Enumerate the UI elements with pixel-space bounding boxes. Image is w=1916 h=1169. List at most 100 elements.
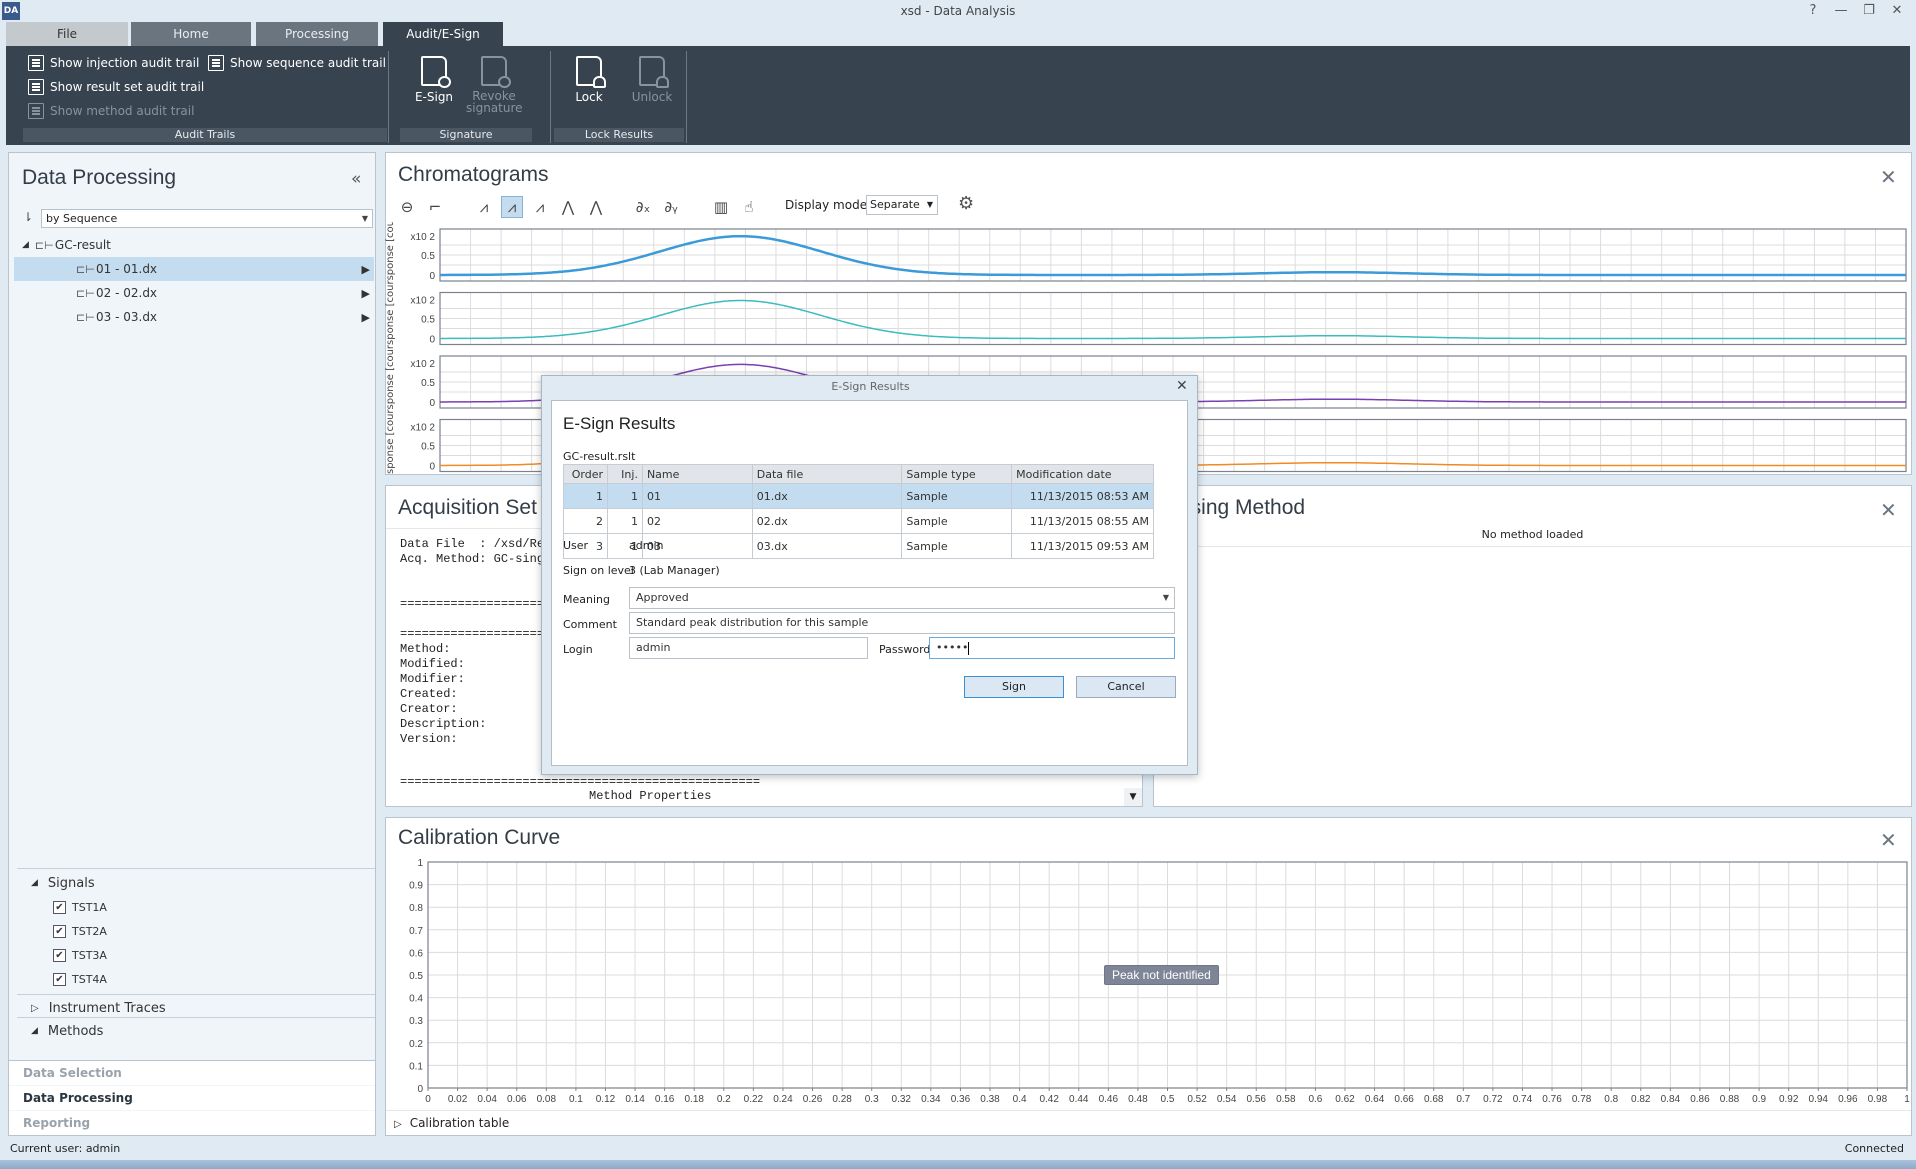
- tab-file[interactable]: File: [6, 22, 128, 46]
- password-input[interactable]: •••••: [929, 637, 1175, 659]
- signal-item[interactable]: ✔ TST2A: [17, 919, 375, 943]
- unlock-icon: [639, 56, 669, 88]
- show-result-set-audit-trail-button[interactable]: Show result set audit trail: [28, 77, 204, 97]
- nav-reporting[interactable]: Reporting: [9, 1111, 375, 1135]
- close-icon[interactable]: ✕: [1880, 828, 1897, 852]
- cell-name: 02: [641, 508, 753, 534]
- tree-label: GC-result: [54, 238, 111, 252]
- comment-input[interactable]: Standard peak distribution for this samp…: [629, 612, 1175, 634]
- checkbox-checked[interactable]: ✔: [53, 972, 66, 986]
- column-header-inj[interactable]: Inj.: [606, 464, 643, 484]
- meaning-label: Meaning: [563, 593, 610, 606]
- separate-peaks-icon[interactable]: ⩘: [529, 196, 551, 218]
- checkbox-checked[interactable]: ✔: [53, 948, 66, 962]
- tree-root-gc-result[interactable]: ◢ ⊏⊢ GC-result: [14, 233, 374, 257]
- sign-button[interactable]: Sign: [964, 676, 1064, 698]
- calibration-table-toggle[interactable]: ▷ Calibration table: [394, 1116, 509, 1130]
- 3d-peaks-icon[interactable]: ⋀: [585, 196, 607, 218]
- nav-data-selection[interactable]: Data Selection: [9, 1061, 375, 1085]
- column-header-data-file[interactable]: Data file: [751, 464, 903, 484]
- chromatogram-plot-tst2a: 0 0.5 x10 2: [411, 291, 1907, 346]
- signal-item[interactable]: ✔ TST4A: [17, 967, 375, 991]
- tab-audit-esign[interactable]: Audit/E-Sign: [383, 22, 503, 46]
- close-icon[interactable]: ✕: [1880, 498, 1897, 522]
- meaning-select[interactable]: Approved ▼: [629, 587, 1175, 609]
- checkbox-checked[interactable]: ✔: [53, 924, 66, 938]
- collapse-panel-icon[interactable]: «: [351, 169, 361, 189]
- help-icon[interactable]: ?: [1800, 2, 1826, 20]
- cell-sample-type: Sample: [901, 483, 1013, 509]
- signal-item[interactable]: ✔ TST3A: [17, 943, 375, 967]
- show-injection-audit-trail-button[interactable]: Show injection audit trail: [28, 53, 199, 73]
- unlock-button[interactable]: Unlock: [624, 56, 680, 104]
- comment-label: Comment: [563, 618, 617, 631]
- login-input[interactable]: admin: [629, 637, 868, 659]
- column-header-sample-type[interactable]: Sample type: [901, 464, 1013, 484]
- checkbox-checked[interactable]: ✔: [53, 900, 66, 914]
- tree-item-injection[interactable]: ⊏⊢ 01 - 01.dx ▶: [14, 257, 374, 281]
- signal-item[interactable]: ✔ TST1A: [17, 895, 375, 919]
- nav-data-processing[interactable]: Data Processing: [9, 1086, 375, 1110]
- cancel-button[interactable]: Cancel: [1076, 676, 1176, 698]
- show-sequence-audit-trail-button[interactable]: Show sequence audit trail: [208, 53, 386, 73]
- y-tick-label: 0.5: [421, 442, 435, 453]
- stack-peaks-icon[interactable]: ⩘: [501, 196, 523, 218]
- chevron-right-icon[interactable]: ▶: [362, 287, 370, 300]
- chevron-right-icon[interactable]: ▶: [362, 263, 370, 276]
- tree-item-injection[interactable]: ⊏⊢ 03 - 03.dx ▶: [14, 305, 374, 329]
- touch-icon[interactable]: ☝: [738, 196, 760, 218]
- close-icon[interactable]: ✕: [1880, 165, 1897, 189]
- x-tick-label: 0.8: [1604, 1094, 1618, 1105]
- acquisition-line: Description:: [400, 717, 487, 731]
- tab-home[interactable]: Home: [131, 22, 251, 46]
- overlay-peaks-icon[interactable]: ⩘: [473, 196, 495, 218]
- group-divider: [686, 51, 687, 143]
- e-sign-dialog: E-Sign Results ✕ E-Sign Results GC-resul…: [541, 375, 1198, 775]
- scroll-down-icon[interactable]: ▼: [1124, 788, 1142, 806]
- x-tick-label: 0.72: [1483, 1094, 1503, 1105]
- divider: [17, 868, 375, 869]
- sort-select[interactable]: by Sequence ▼: [41, 209, 373, 228]
- gear-icon[interactable]: ⚙: [958, 193, 974, 214]
- x-tick-label: 0.26: [803, 1094, 823, 1105]
- link-y-icon[interactable]: ∂ᵧ: [660, 196, 682, 218]
- spectrum-icon[interactable]: ⋀: [557, 196, 579, 218]
- column-header-order[interactable]: Order: [563, 464, 608, 484]
- section-label: Instrument Traces: [48, 1000, 166, 1016]
- expand-icon: ◢: [31, 1026, 38, 1036]
- x-tick-label: 0.02: [448, 1094, 468, 1105]
- sort-icon: ⇂: [23, 210, 34, 224]
- tree-label: 01 - 01.dx: [96, 262, 158, 276]
- column-header-name[interactable]: Name: [641, 464, 753, 484]
- minimize-icon[interactable]: —: [1828, 2, 1854, 20]
- x-tick-label: 0.3: [865, 1094, 879, 1105]
- y-tick-label: 0: [429, 335, 435, 346]
- column-header-modification-date[interactable]: Modification date: [1011, 464, 1154, 484]
- close-icon[interactable]: ✕: [1884, 2, 1910, 20]
- display-mode-select[interactable]: Separate ▼: [866, 195, 938, 215]
- close-icon[interactable]: ✕: [1176, 378, 1188, 394]
- acquisition-line: Version:: [400, 732, 458, 746]
- y-tick-label: 0: [429, 271, 435, 282]
- table-row[interactable]: 2 1 02 02.dx Sample 11/13/2015 08:55 AM: [563, 508, 1154, 534]
- y-tick-label: 0.5: [409, 971, 423, 982]
- methods-section-toggle[interactable]: ◢ Methods: [17, 1019, 375, 1043]
- revoke-signature-button[interactable]: Revoke signature: [466, 56, 523, 114]
- lock-button[interactable]: Lock: [561, 56, 617, 104]
- tab-processing[interactable]: Processing: [256, 22, 378, 46]
- acquisition-line: Method:: [400, 642, 451, 656]
- user-value: admin: [629, 539, 664, 552]
- show-method-audit-trail-button[interactable]: Show method audit trail: [28, 101, 194, 121]
- section-label: Methods: [47, 1023, 104, 1039]
- link-x-icon[interactable]: ∂ₓ: [632, 196, 654, 218]
- zoom-out-icon[interactable]: ⊖: [396, 196, 418, 218]
- peak-table-icon[interactable]: ▥: [710, 196, 732, 218]
- sign-level-value: 3 (Lab Manager): [629, 564, 720, 577]
- table-row[interactable]: 1 1 01 01.dx Sample 11/13/2015 08:53 AM: [563, 483, 1154, 509]
- restore-icon[interactable]: ❐: [1856, 2, 1882, 20]
- signals-section-toggle[interactable]: ◢ Signals: [17, 871, 375, 895]
- chevron-right-icon[interactable]: ▶: [362, 311, 370, 324]
- e-sign-button[interactable]: E-Sign: [406, 56, 462, 104]
- tree-item-injection[interactable]: ⊏⊢ 02 - 02.dx ▶: [14, 281, 374, 305]
- baseline-icon[interactable]: ⌐: [424, 196, 446, 218]
